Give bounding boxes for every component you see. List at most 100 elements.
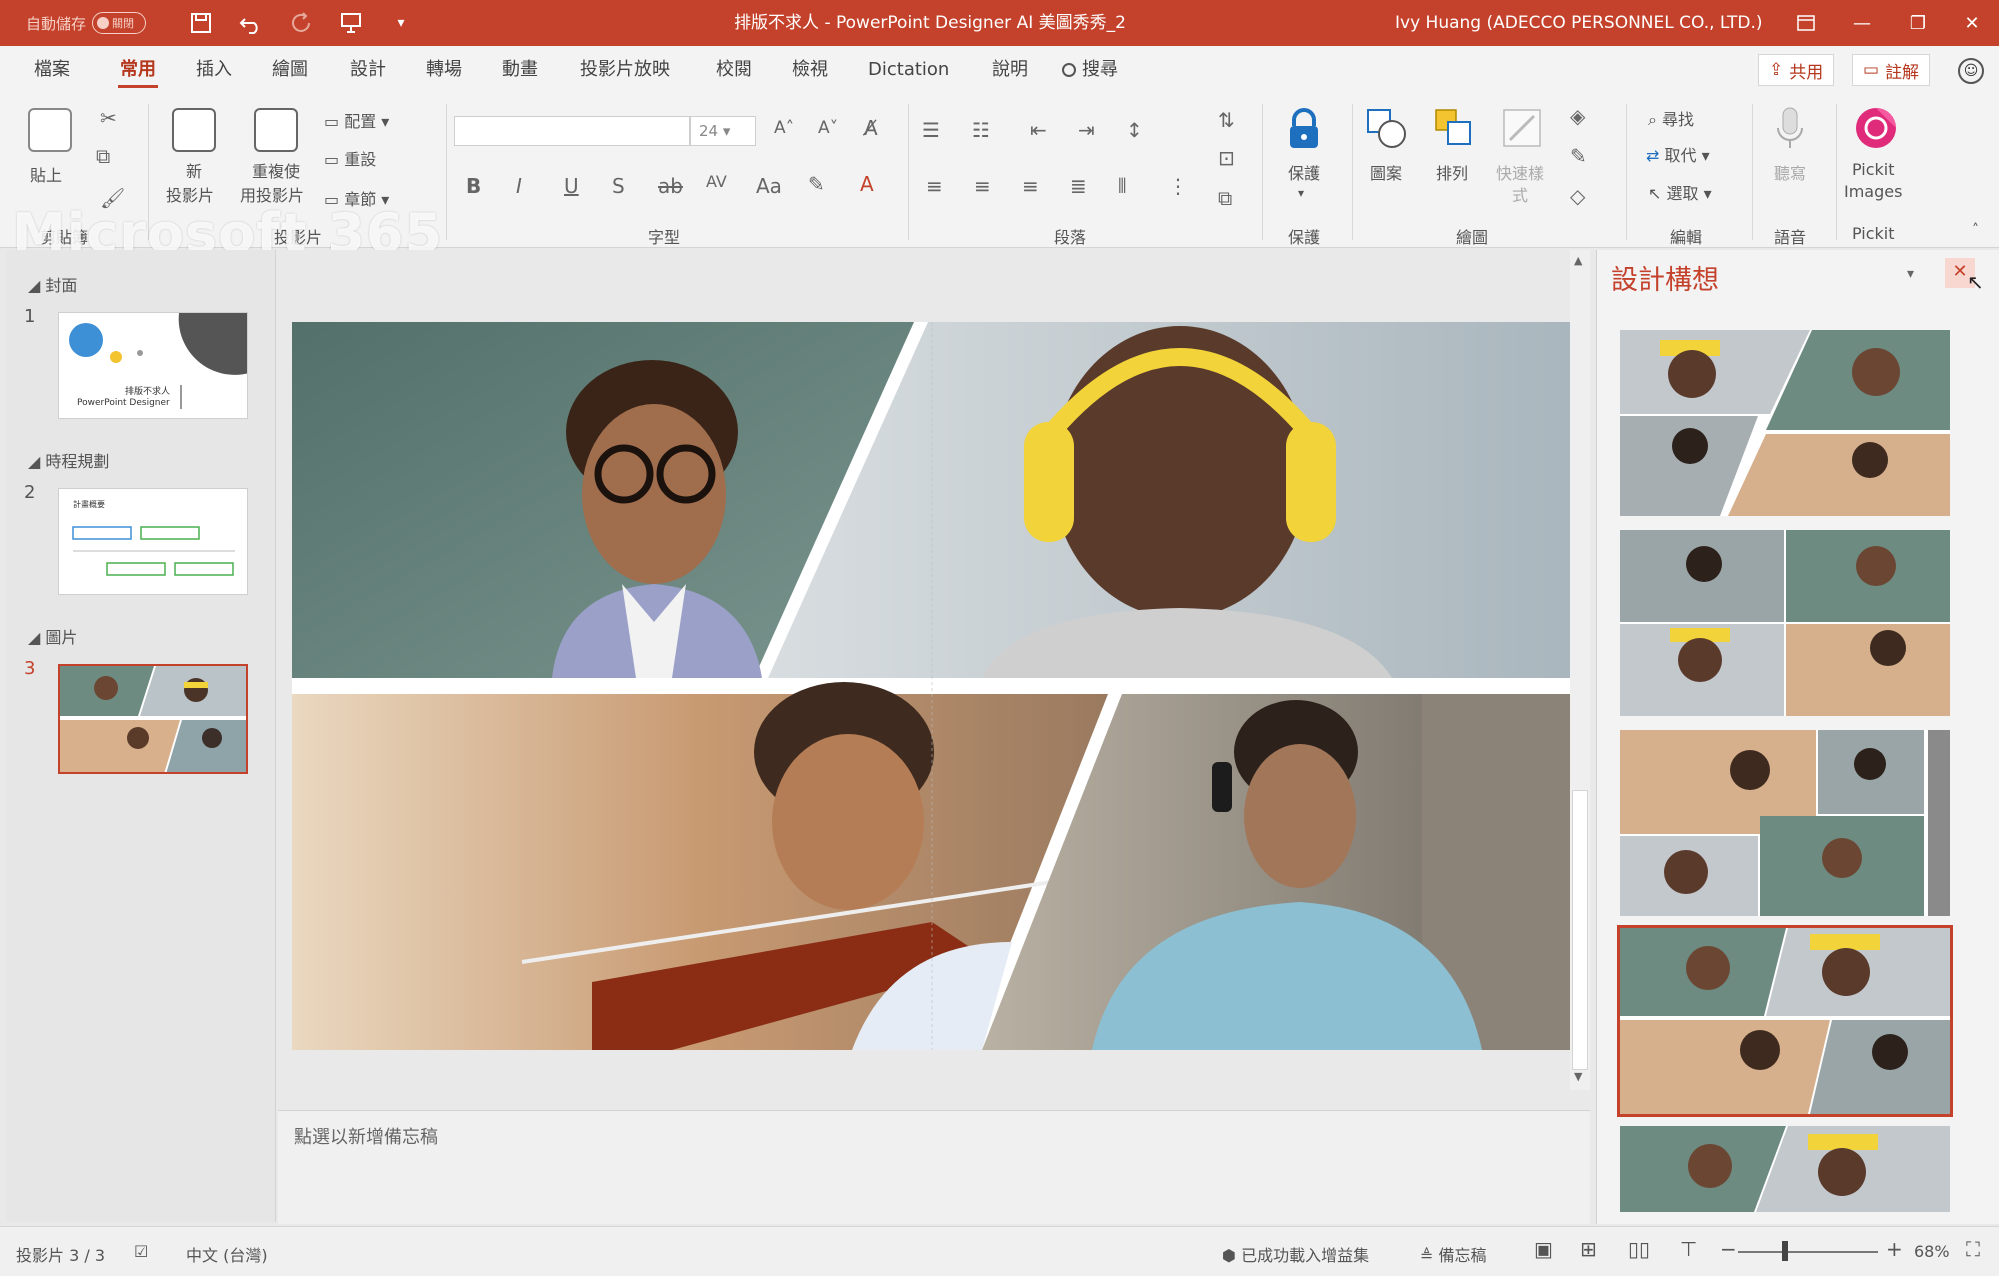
mic-icon[interactable] [1768,106,1812,150]
char-spacing-icon[interactable]: AV [706,172,727,191]
reuse-slides-icon[interactable] [254,108,298,152]
pickit-button-label[interactable]: Pickit [1852,160,1895,179]
font-name-input[interactable] [454,116,690,146]
slideshow-view-icon[interactable]: ⊤ [1680,1237,1697,1261]
zoom-out-icon[interactable]: − [1720,1237,1737,1261]
justify-icon[interactable]: ≣ [1070,174,1087,198]
lock-icon[interactable] [1282,106,1326,150]
photo-boy-violin[interactable] [292,682,1108,1050]
close-window-icon[interactable]: ✕ [1944,0,1999,46]
ribbon-display-icon[interactable] [1778,0,1834,46]
customize-qat-icon[interactable]: ▾ [376,0,426,46]
design-idea-3[interactable] [1620,730,1950,916]
zoom-slider-thumb[interactable] [1782,1241,1788,1261]
slide-sorter-icon[interactable]: ⊞ [1580,1237,1597,1261]
align-right-icon[interactable]: ≡ [1022,174,1039,198]
pickit-icon[interactable] [1854,106,1898,150]
tab-review[interactable]: 校閱 [716,46,752,94]
quick-styles-label[interactable]: 快速樣 [1496,160,1544,184]
paste-icon[interactable] [28,108,72,152]
tab-home[interactable]: 常用 [118,46,158,94]
slide-vertical-scrollbar[interactable]: ▲ ▼ [1570,250,1590,1090]
numbering-icon[interactable]: ☷ [972,118,990,142]
design-idea-1[interactable] [1620,330,1950,516]
protect-button-label[interactable]: 保護 [1288,160,1320,184]
align-left-icon[interactable]: ≡ [926,174,943,198]
highlight-icon[interactable]: ✎ [808,172,825,196]
user-account[interactable]: Ivy Huang (ADECCO PERSONNEL CO., LTD.) [1395,0,1763,46]
arrange-icon[interactable] [1432,106,1476,150]
zoom-slider-track[interactable] [1738,1251,1878,1253]
line-spacing-icon[interactable]: ↕ [1126,118,1143,142]
clear-format-icon[interactable]: A̸ [864,116,878,140]
new-slide-icon[interactable] [172,108,216,152]
tab-dictation[interactable]: Dictation [868,46,949,94]
layout-button[interactable]: ▭ 配置 ▾ [324,108,389,132]
columns-icon[interactable]: ⫴ [1118,174,1126,198]
feedback-smiley-icon[interactable]: ☺ [1958,58,1984,84]
notes-toggle[interactable]: ≜ 備忘稿 [1420,1242,1487,1266]
scroll-up-icon[interactable]: ▲ [1574,254,1582,267]
slide-thumbnail-2[interactable]: 計畫概要 [58,488,248,595]
align-text-icon[interactable]: ⊡ [1218,146,1235,170]
protect-dropdown-icon[interactable]: ▾ [1298,186,1304,200]
slide-canvas[interactable] [292,322,1572,1050]
increase-indent-icon[interactable]: ⇥ [1078,118,1095,142]
minimize-icon[interactable]: — [1834,0,1890,46]
dictate-button-label[interactable]: 聽寫 [1774,160,1806,184]
tab-slideshow[interactable]: 投影片放映 [580,46,670,94]
italic-icon[interactable]: I [516,174,522,198]
section-cover[interactable]: ◢ 封面 [28,272,77,296]
tab-search[interactable]: 搜尋 [1062,46,1118,94]
section-timeline[interactable]: ◢ 時程規劃 [28,448,109,472]
tab-design[interactable]: 設計 [350,46,386,94]
undo-icon[interactable] [226,0,276,46]
addins-status[interactable]: ⬢ 已成功載入增益集 [1222,1242,1369,1266]
bullets-icon[interactable]: ☰ [922,118,940,142]
copy-icon[interactable]: ⧉ [96,144,110,168]
slide-thumbnail-1[interactable]: 排版不求人 PowerPoint Designer [58,312,248,419]
tab-animations[interactable]: 動畫 [502,46,538,94]
find-button[interactable]: ⌕ 尋找 [1648,106,1694,130]
collapse-ribbon-icon[interactable]: ˄ [1972,222,1979,238]
restore-icon[interactable]: ❐ [1890,0,1946,46]
shape-outline-icon[interactable]: ✎ [1570,144,1587,168]
tab-transitions[interactable]: 轉場 [426,46,462,94]
fit-slide-icon[interactable]: ⛶ [1966,1237,1980,1261]
shapes-icon[interactable] [1364,106,1408,150]
underline-icon[interactable]: U [564,174,579,198]
change-case-icon[interactable]: Aa [756,174,782,198]
design-idea-2[interactable] [1620,530,1950,716]
spellcheck-icon[interactable]: ☑ [134,1242,148,1261]
font-color-icon[interactable]: A [860,172,874,196]
scroll-down-icon[interactable]: ▼ [1574,1070,1582,1083]
save-icon[interactable] [176,0,226,46]
tab-view[interactable]: 檢視 [792,46,828,94]
shape-fill-icon[interactable]: ◈ [1570,104,1585,128]
cut-icon[interactable]: ✂ [100,106,117,130]
tab-help[interactable]: 說明 [992,46,1028,94]
text-direction-icon[interactable]: ⋮ [1168,174,1188,198]
section-pictures[interactable]: ◢ 圖片 [28,624,77,648]
font-size-input[interactable]: 24 ▾ [690,116,756,146]
design-idea-5[interactable] [1620,1126,1950,1212]
present-icon[interactable] [326,0,376,46]
decrease-indent-icon[interactable]: ⇤ [1030,118,1047,142]
align-center-icon[interactable]: ≡ [974,174,991,198]
arrange-button-label[interactable]: 排列 [1436,160,1468,184]
scroll-thumb[interactable] [1572,790,1588,1070]
pane-options-icon[interactable]: ▾ [1907,266,1914,282]
smartart-icon[interactable]: ⧉ [1218,186,1232,210]
language-indicator[interactable]: 中文 (台灣) [186,1242,268,1266]
select-button[interactable]: ↖ 選取 ▾ [1648,180,1712,204]
slide-thumbnail-3[interactable] [58,664,248,774]
tab-draw[interactable]: 繪圖 [272,46,308,94]
tab-file[interactable]: 檔案 [34,46,70,94]
comments-button[interactable]: ▭ 註解 [1852,54,1931,86]
quick-styles-icon[interactable] [1500,106,1544,150]
shapes-button-label[interactable]: 圖案 [1370,160,1402,184]
design-idea-4-selected[interactable] [1617,925,1953,1117]
reading-view-icon[interactable]: ▯▯ [1628,1237,1650,1261]
bold-icon[interactable]: B [466,174,481,198]
redo-icon[interactable] [276,0,326,46]
